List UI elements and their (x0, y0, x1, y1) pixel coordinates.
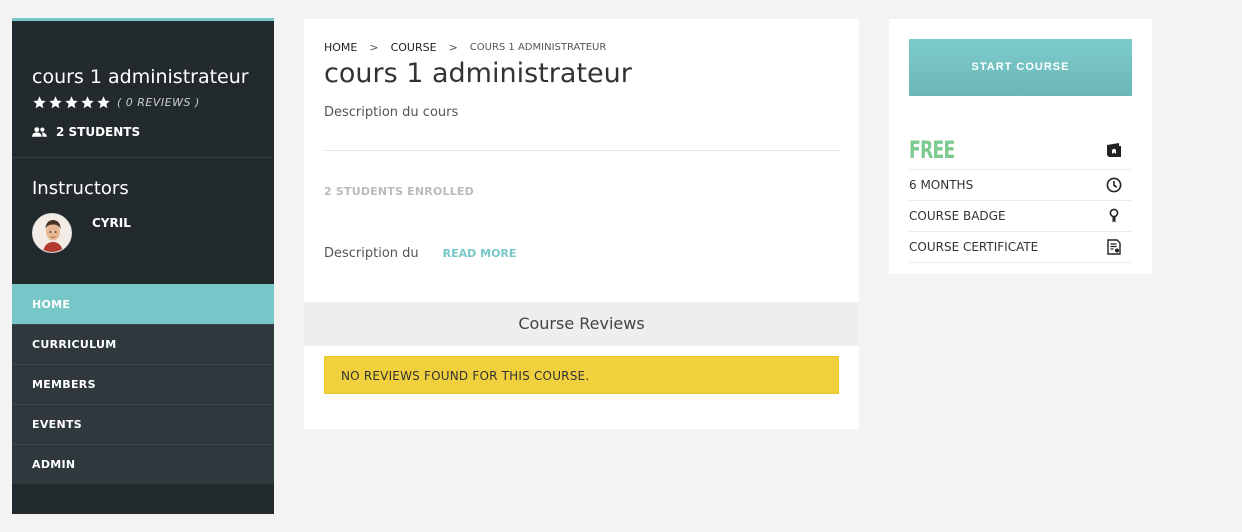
instructors-section: Instructors CYRIL (12, 158, 274, 284)
badge-icon (1109, 208, 1119, 223)
ticket-icon (1107, 143, 1121, 157)
star-icon (81, 96, 94, 109)
students-label: 2 STUDENTS (56, 125, 141, 139)
badge-label: COURSE BADGE (909, 209, 1006, 223)
course-title: cours 1 administrateur (32, 66, 249, 88)
star-icon (33, 96, 46, 109)
chevron-right-icon: > (369, 41, 379, 54)
no-reviews-notice: NO REVIEWS FOUND FOR THIS COURSE. (324, 356, 839, 394)
sidebar-header: cours 1 administrateur ( 0 REVIEWS ) 2 S… (12, 21, 274, 158)
course-rating: ( 0 REVIEWS ) (32, 95, 254, 110)
certificate-label: COURSE CERTIFICATE (909, 240, 1039, 254)
reviews-count: ( 0 REVIEWS ) (117, 96, 200, 109)
nav-item-curriculum[interactable]: CURRICULUM (12, 324, 274, 364)
users-icon (32, 127, 47, 137)
instructors-heading: Instructors (32, 178, 129, 199)
clock-icon (1106, 177, 1122, 193)
page-title: cours 1 administrateur (324, 58, 632, 89)
nav-item-admin[interactable]: ADMIN (12, 444, 274, 484)
avatar[interactable] (32, 213, 72, 253)
breadcrumb-course[interactable]: COURSE (391, 41, 437, 54)
students-count: 2 STUDENTS (32, 125, 254, 139)
instructor-item[interactable]: CYRIL (32, 213, 254, 253)
breadcrumb: HOME > COURSE > COURS 1 ADMINISTRATEUR (304, 19, 859, 54)
breadcrumb-current: COURS 1 ADMINISTRATEUR (469, 42, 607, 53)
instructor-avatar-icon (33, 214, 71, 252)
breadcrumb-home[interactable]: HOME (324, 41, 357, 54)
reviews-heading: Course Reviews (304, 302, 859, 346)
course-description: Description du cours (324, 105, 459, 120)
nav-item-members[interactable]: MEMBERS (12, 364, 274, 404)
start-course-button[interactable]: START COURSE (909, 39, 1132, 96)
star-icon (49, 96, 62, 109)
certificate-icon (1107, 239, 1121, 255)
rating-stars (32, 95, 111, 110)
price-label: FREE (909, 136, 955, 164)
enrolled-count: 2 STUDENTS ENROLLED (324, 185, 474, 198)
duration-row: 6 MONTHS (909, 170, 1132, 201)
read-more-link[interactable]: READ MORE (443, 247, 517, 260)
course-info-card: START COURSE FREE 6 MONTHS COURSE BADGE … (889, 19, 1152, 274)
course-nav: HOME CURRICULUM MEMBERS EVENTS ADMIN (12, 284, 274, 484)
instructor-name[interactable]: CYRIL (92, 216, 131, 230)
nav-item-home[interactable]: HOME (12, 284, 274, 324)
course-main: HOME > COURSE > COURS 1 ADMINISTRATEUR c… (304, 19, 859, 429)
nav-item-events[interactable]: EVENTS (12, 404, 274, 444)
price-row: FREE (909, 131, 1132, 170)
duration-label: 6 MONTHS (909, 178, 974, 192)
description-excerpt-row: Description du READ MORE (304, 198, 859, 261)
description-excerpt: Description du (324, 246, 419, 261)
badge-row: COURSE BADGE (909, 201, 1132, 232)
star-icon (65, 96, 78, 109)
course-details-list: FREE 6 MONTHS COURSE BADGE COURSE CERTIF… (909, 131, 1132, 263)
chevron-right-icon: > (448, 41, 458, 54)
star-icon (97, 96, 110, 109)
course-sidebar: cours 1 administrateur ( 0 REVIEWS ) 2 S… (12, 18, 274, 514)
certificate-row: COURSE CERTIFICATE (909, 232, 1132, 263)
